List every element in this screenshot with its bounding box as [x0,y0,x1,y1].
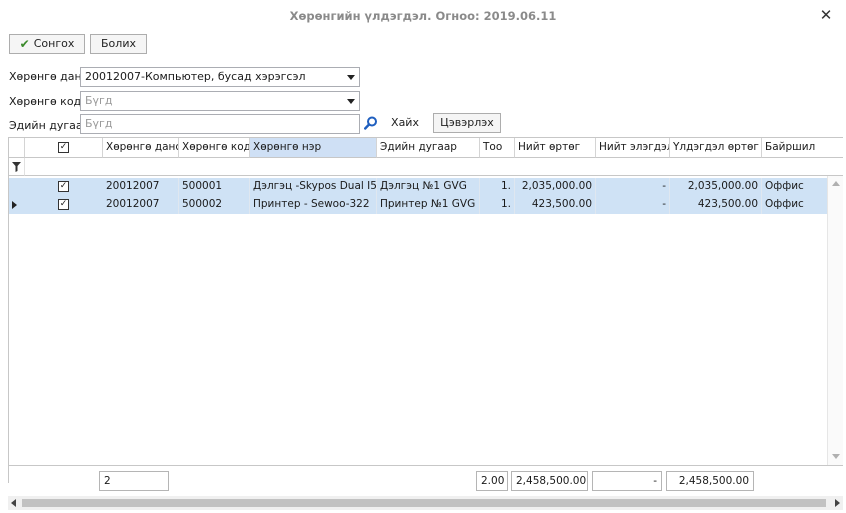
cell-owner: Принтер №1 GVG [377,196,480,214]
cell-qty: 1. [480,196,515,214]
footer-count: 2 [99,471,169,491]
footer-qty: 2.00 [476,471,508,491]
code-select[interactable]: Бүгд [80,91,360,111]
col-owner[interactable]: Эдийн дугаар [377,138,480,158]
cell-owner: Дэлгэц №1 GVG [377,178,480,196]
cell-name: Принтер - Sewoo-322 [250,196,377,214]
chevron-down-icon[interactable] [347,75,355,80]
scroll-down-icon[interactable] [832,454,840,459]
filter-row-indicator [9,158,25,176]
row-indicator-header [9,138,25,158]
horizontal-scrollbar[interactable] [8,496,843,510]
title-bar: Хөрөнгийн үлдэгдэл. Огноо: 2019.06.11 ✕ [0,0,846,32]
col-qty[interactable]: Тоо [480,138,515,158]
owner-label: Эдийн дугаар [9,119,90,132]
footer-total: 2,458,500.00 [511,471,588,491]
filter-icon [12,162,21,172]
chevron-down-icon[interactable] [347,99,355,104]
cell-depr: - [596,178,670,196]
code-label: Хөрөнгө код [9,95,82,108]
col-balance[interactable]: Үлдэгдэл өртөг [670,138,762,158]
close-icon[interactable]: ✕ [818,6,834,24]
account-label: Хөрөнгө данс [9,70,88,83]
cell-balance: 423,500.00 [670,196,762,214]
col-account[interactable]: Хөрөнгө данс [103,138,179,158]
col-code[interactable]: Хөрөнгө код [179,138,250,158]
footer-balance: 2,458,500.00 [666,471,754,491]
check-all-header[interactable]: ✓ [25,138,103,158]
search-button-label: Хайх [391,116,419,129]
cell-total: 2,035,000.00 [515,178,596,196]
cell-name: Дэлгэц -Skypos Dual I5 [250,178,377,196]
account-select-value: 20012007-Компьютер, бусад хэрэгсэл [85,70,306,83]
scroll-up-icon[interactable] [832,181,840,186]
row-checkbox[interactable]: ✓ [58,181,69,192]
search-button[interactable]: Хайх [382,113,428,133]
cell-total: 423,500.00 [515,196,596,214]
cell-account: 20012007 [103,196,179,214]
cell-balance: 2,035,000.00 [670,178,762,196]
clear-button-label: Цэвэрлэх [440,116,494,129]
table-row[interactable]: ✓ 20012007 500001 Дэлгэц -Skypos Dual I5… [9,178,827,196]
col-depr[interactable]: Нийт элэгдэл [596,138,670,158]
table-row[interactable]: ✓ 20012007 500002 Принтер - Sewoo-322 Пр… [9,196,827,214]
cell-code: 500002 [179,196,250,214]
cancel-button[interactable]: Болих [90,34,147,54]
footer-depr: - [592,471,662,491]
cell-location: Оффис [765,180,804,192]
cell-qty: 1. [480,178,515,196]
col-name[interactable]: Хөрөнгө нэр [250,138,377,158]
search-icon[interactable] [364,116,378,130]
clear-button[interactable]: Цэвэрлэх [433,113,501,133]
cell-code: 500001 [179,178,250,196]
owner-input-placeholder: Бүгд [85,117,113,130]
code-select-placeholder: Бүгд [85,94,113,107]
window-title: Хөрөнгийн үлдэгдэл. Огноо: 2019.06.11 [289,9,557,23]
select-button-label: Сонгох [33,37,75,50]
owner-input[interactable]: Бүгд [80,114,360,134]
cell-location: Оффис [765,198,804,210]
grid-footer-summary: 2 2.00 2,458,500.00 - 2,458,500.00 [9,465,843,495]
current-row-icon [12,201,17,209]
account-select[interactable]: 20012007-Компьютер, бусад хэрэгсэл [80,67,360,87]
checkmark-icon: ✔ [19,37,30,51]
scroll-right-icon[interactable] [835,499,840,507]
cell-depr: - [596,196,670,214]
horizontal-scroll-thumb[interactable] [22,499,826,507]
col-location[interactable]: Байршил [762,138,843,158]
row-checkbox[interactable]: ✓ [58,199,69,210]
scroll-left-icon[interactable] [11,499,16,507]
cancel-button-label: Болих [101,37,136,50]
check-all-checkbox[interactable]: ✓ [58,142,69,153]
vertical-scrollbar[interactable] [827,176,843,465]
assets-grid: ✓ Хөрөнгө данс Хөрөнгө код Хөрөнгө нэр Э… [8,137,843,495]
col-total[interactable]: Нийт өртөг [515,138,596,158]
select-button[interactable]: ✔ Сонгох [9,34,85,54]
filter-row[interactable] [25,158,843,176]
cell-account: 20012007 [103,178,179,196]
